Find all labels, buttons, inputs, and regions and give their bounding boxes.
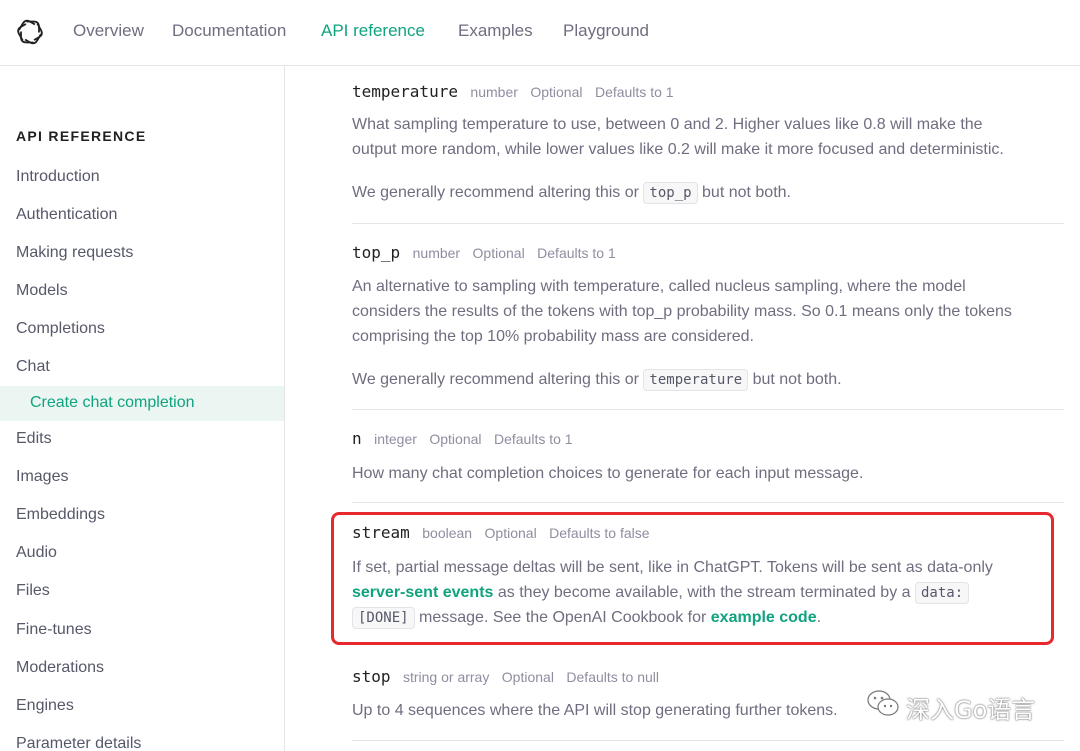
param-description: An alternative to sampling with temperat… xyxy=(352,278,966,295)
sidebar-item-models[interactable]: Models xyxy=(16,282,68,300)
sidebar-heading: API REFERENCE xyxy=(16,128,147,144)
nav-playground[interactable]: Playground xyxy=(563,21,649,41)
sidebar: API REFERENCE Introduction Authenticatio… xyxy=(0,66,285,751)
sidebar-item-completions[interactable]: Completions xyxy=(16,320,105,338)
sidebar-item-images[interactable]: Images xyxy=(16,468,68,486)
divider xyxy=(352,409,1064,410)
divider xyxy=(352,740,1064,741)
param-description: considers the results of the tokens with… xyxy=(352,303,1012,320)
sidebar-item-engines[interactable]: Engines xyxy=(16,697,74,715)
param-optional: Optional xyxy=(501,669,554,685)
sidebar-item-label: Create chat completion xyxy=(30,394,195,411)
nav-documentation[interactable]: Documentation xyxy=(172,21,286,41)
sidebar-item-fine-tunes[interactable]: Fine-tunes xyxy=(16,621,92,639)
param-recommendation: We generally recommend altering this or … xyxy=(352,367,842,393)
divider xyxy=(352,502,1064,503)
param-optional: Optional xyxy=(472,245,525,261)
sidebar-item-parameter-details[interactable]: Parameter details xyxy=(16,735,141,751)
param-description: How many chat completion choices to gene… xyxy=(352,465,864,482)
param-name: stop xyxy=(352,667,391,686)
param-optional: Optional xyxy=(429,431,482,447)
nav-overview[interactable]: Overview xyxy=(73,21,144,41)
param-default: Defaults to 1 xyxy=(537,245,616,261)
wechat-icon xyxy=(867,690,899,716)
sidebar-item-chat[interactable]: Chat xyxy=(16,358,50,376)
divider xyxy=(352,223,1064,224)
param-default: Defaults to 1 xyxy=(493,431,573,447)
param-type: number xyxy=(470,84,518,100)
sidebar-item-files[interactable]: Files xyxy=(16,582,50,600)
param-default: Defaults to null xyxy=(566,669,660,685)
param-description: Up to 4 sequences where the API will sto… xyxy=(352,702,838,719)
param-name: top_p xyxy=(352,243,401,262)
sidebar-item-edits[interactable]: Edits xyxy=(16,430,52,448)
sidebar-item-embeddings[interactable]: Embeddings xyxy=(16,506,105,524)
sidebar-item-introduction[interactable]: Introduction xyxy=(16,168,100,186)
sidebar-item-making-requests[interactable]: Making requests xyxy=(16,244,133,262)
openai-logo-icon[interactable] xyxy=(15,17,45,47)
inline-code: temperature xyxy=(643,369,749,391)
sidebar-item-create-chat-completion[interactable]: Create chat completion xyxy=(0,386,284,421)
nav-api-reference[interactable]: API reference xyxy=(321,21,425,41)
sidebar-item-moderations[interactable]: Moderations xyxy=(16,659,104,677)
param-type: integer xyxy=(374,431,417,447)
param-optional: Optional xyxy=(530,84,583,100)
main-content: temperature number Optional Defaults to … xyxy=(285,66,1080,751)
param-description: output more random, while lower values l… xyxy=(352,141,1004,158)
param-type: string or array xyxy=(402,669,490,685)
nav-examples[interactable]: Examples xyxy=(458,21,533,41)
inline-code: top_p xyxy=(643,182,698,204)
param-name: n xyxy=(352,429,362,448)
param-default: Defaults to 1 xyxy=(594,84,674,100)
sidebar-item-authentication[interactable]: Authentication xyxy=(16,206,117,224)
param-type: number xyxy=(412,245,461,261)
param-name: temperature xyxy=(352,82,458,101)
watermark-text: 深入Go语言 xyxy=(906,696,1036,724)
param-description: What sampling temperature to use, betwee… xyxy=(352,116,983,133)
param-description: comprising the top 10% probability mass … xyxy=(352,328,754,345)
highlight-box xyxy=(331,512,1054,645)
top-navigation: Overview Documentation API reference Exa… xyxy=(0,0,1080,66)
param-recommendation: We generally recommend altering this or … xyxy=(352,180,791,206)
watermark: 深入Go语言 xyxy=(866,686,1066,724)
sidebar-item-audio[interactable]: Audio xyxy=(16,544,57,562)
